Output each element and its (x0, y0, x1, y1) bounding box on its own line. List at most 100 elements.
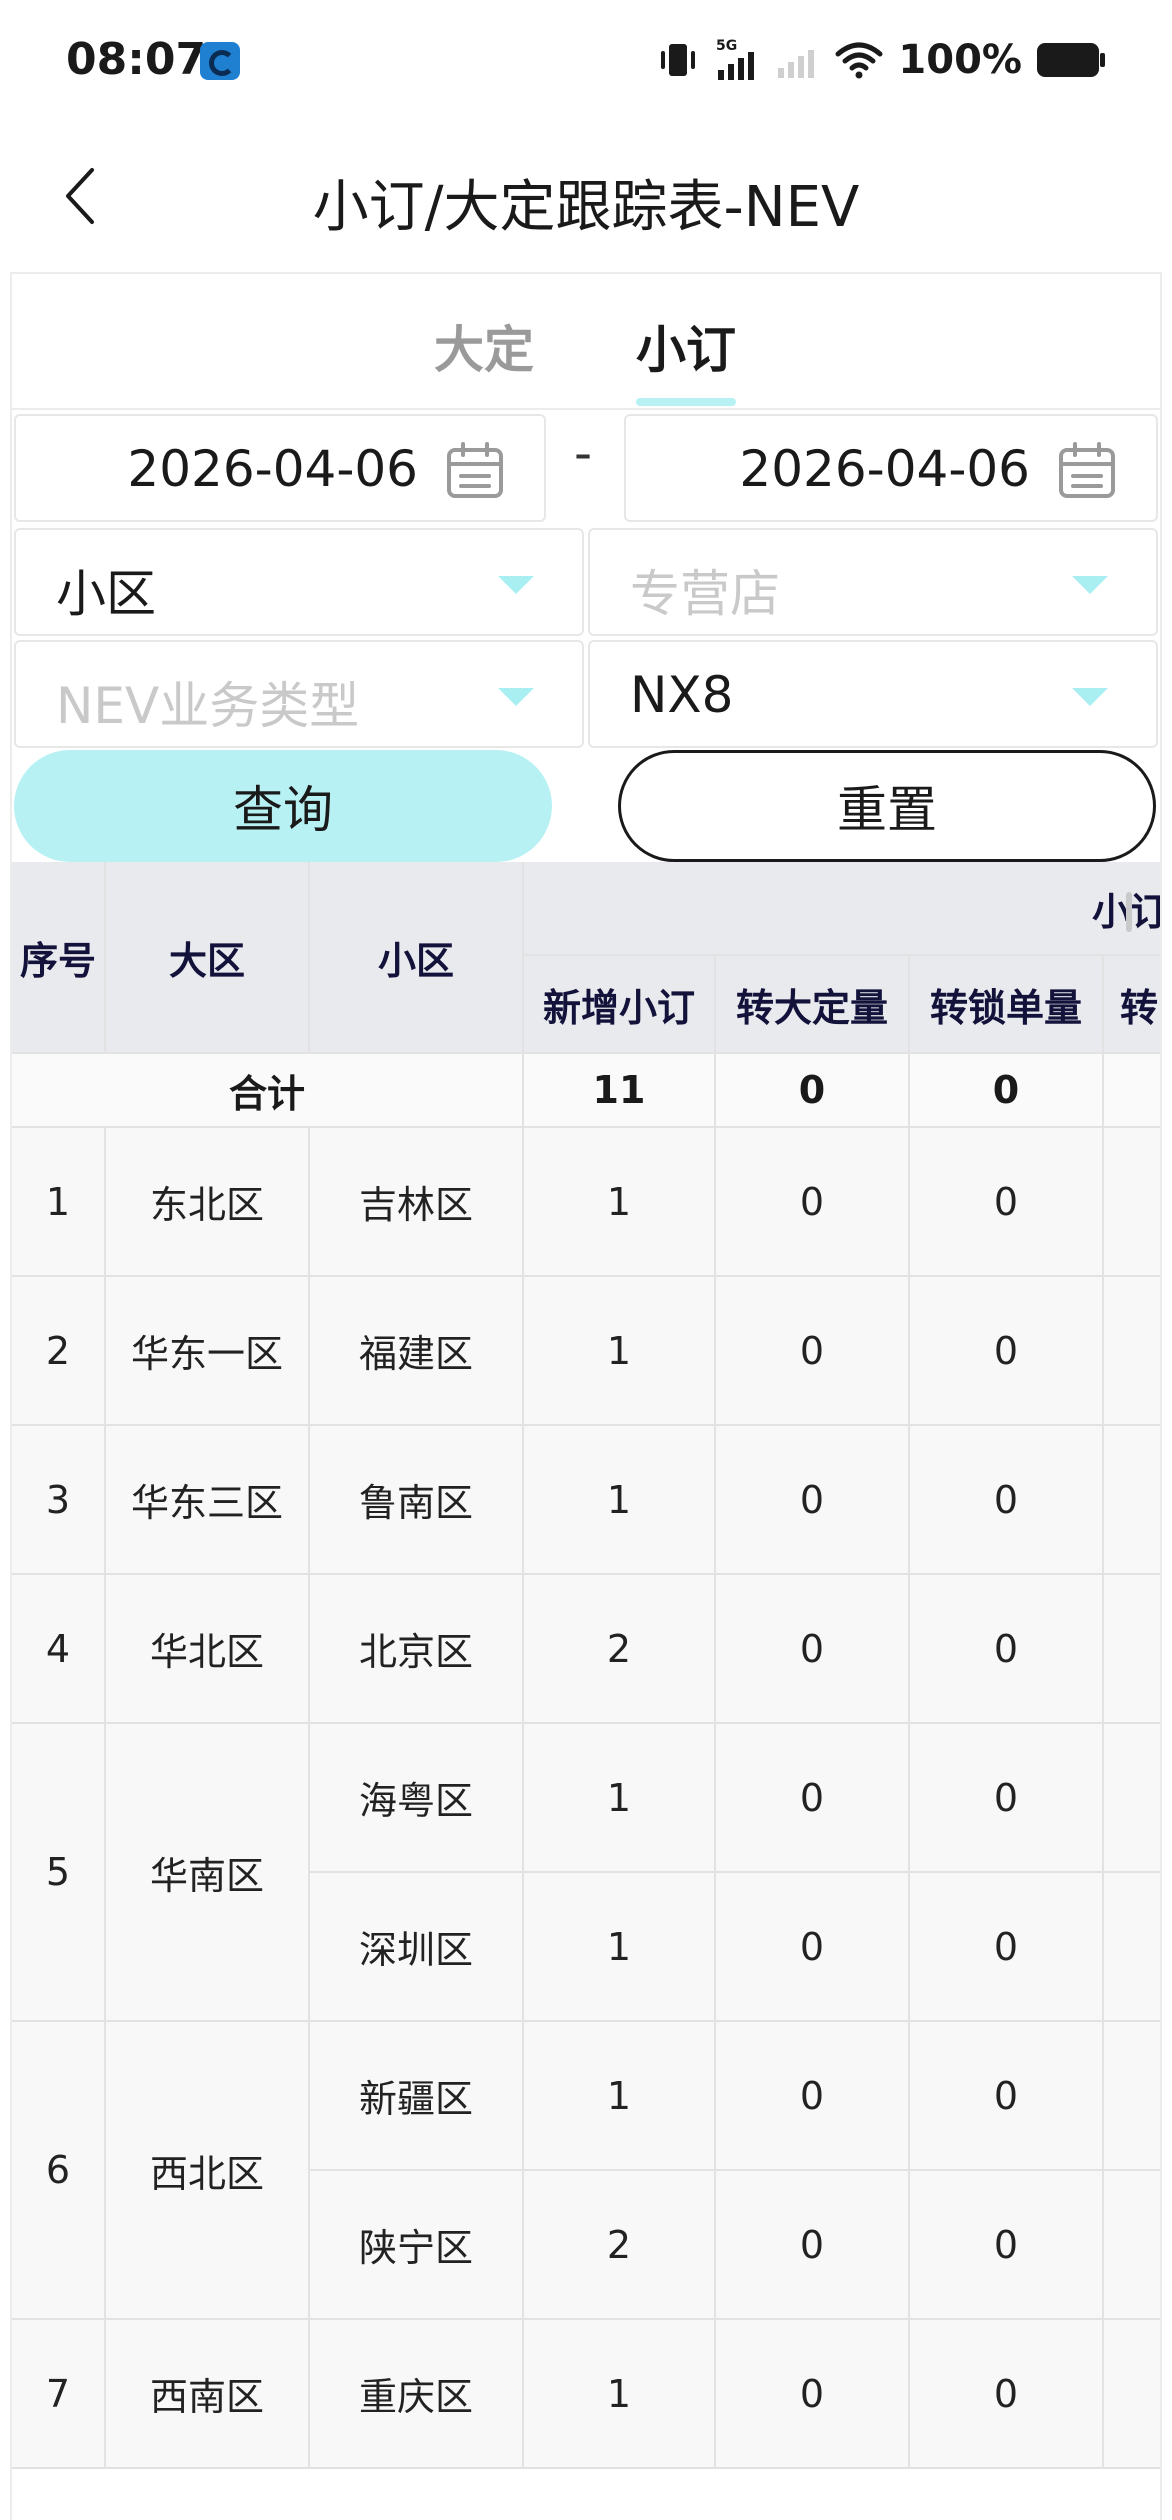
row-truncated-cell (1104, 2320, 1160, 2469)
row-to-lock: 0 (910, 1128, 1104, 1277)
row-truncated-cell (1104, 1426, 1160, 1575)
header-to-lock: 转锁单量 (910, 956, 1104, 1054)
row-index: 3 (12, 1426, 106, 1575)
row-new-orders: 1 (524, 1128, 716, 1277)
caret-down-icon (498, 688, 534, 706)
row-to-big-order: 0 (716, 2320, 910, 2469)
row-new-orders: 2 (524, 2171, 716, 2320)
row-truncated-cell (1104, 1724, 1160, 1873)
row-index: 7 (12, 2320, 106, 2469)
row-truncated-cell (1104, 2171, 1160, 2320)
header-truncated: 转 (1104, 956, 1160, 1054)
row-region: 华北区 (106, 1575, 310, 1724)
app-header: 小订/大定跟踪表-NEV (0, 120, 1172, 270)
row-index: 4 (12, 1575, 106, 1724)
calendar-icon (1059, 442, 1115, 498)
row-to-big-order: 0 (716, 1128, 910, 1277)
row-new-orders: 1 (524, 1277, 716, 1426)
row-truncated-cell (1104, 1575, 1160, 1724)
row-to-big-order: 0 (716, 2171, 910, 2320)
signal-5g-icon: 5G (716, 38, 755, 80)
model-select[interactable]: NX8 (588, 640, 1158, 748)
row-district: 新疆区 (310, 2022, 524, 2171)
row-region: 西北区 (106, 2022, 310, 2320)
total-new-orders: 11 (524, 1054, 716, 1128)
row-to-lock: 0 (910, 1873, 1104, 2022)
row-to-big-order: 0 (716, 1277, 910, 1426)
model-select-value: NX8 (630, 666, 734, 724)
total-to-big-order: 0 (716, 1054, 910, 1128)
tab-bar: 大定 小订 (12, 274, 1160, 410)
row-to-big-order: 0 (716, 1873, 910, 2022)
end-date-picker[interactable]: 2026-04-06 (624, 414, 1158, 522)
page-title: 小订/大定跟踪表-NEV (312, 175, 860, 240)
row-district: 深圳区 (310, 1873, 524, 2022)
wifi-icon (835, 42, 883, 79)
end-date-value: 2026-04-06 (739, 440, 1030, 498)
battery-icon (1037, 43, 1105, 77)
header-group-xiaoding: 小订 (524, 862, 1160, 956)
district-select[interactable]: 小区 (14, 528, 584, 636)
row-to-lock: 0 (910, 1426, 1104, 1575)
row-district: 鲁南区 (310, 1426, 524, 1575)
start-date-picker[interactable]: 2026-04-06 (14, 414, 546, 522)
row-new-orders: 1 (524, 1873, 716, 2022)
header-new-orders: 新增小订 (524, 956, 716, 1054)
row-index: 6 (12, 2022, 106, 2320)
row-region: 东北区 (106, 1128, 310, 1277)
row-truncated-cell (1104, 1128, 1160, 1277)
business-type-select[interactable]: NEV业务类型 (14, 640, 584, 748)
row-region: 西南区 (106, 2320, 310, 2469)
status-time: 08:07 (66, 34, 207, 85)
caret-down-icon (1072, 576, 1108, 594)
svg-text:5G: 5G (716, 38, 737, 54)
row-region: 华东三区 (106, 1426, 310, 1575)
row-to-big-order: 0 (716, 1724, 910, 1873)
row-district: 北京区 (310, 1575, 524, 1724)
district-select-value: 小区 (56, 565, 156, 623)
row-to-lock: 0 (910, 1277, 1104, 1426)
reset-button[interactable]: 重置 (618, 750, 1156, 862)
row-district: 海粤区 (310, 1724, 524, 1873)
signal-empty-icon (778, 50, 815, 78)
horizontal-scroll-indicator[interactable] (1126, 892, 1132, 932)
store-select[interactable]: 专营店 (588, 528, 1158, 636)
row-index: 5 (12, 1724, 106, 2022)
row-to-lock: 0 (910, 2171, 1104, 2320)
date-range-separator: - (574, 424, 593, 482)
row-new-orders: 1 (524, 2022, 716, 2171)
row-index: 1 (12, 1128, 106, 1277)
row-new-orders: 2 (524, 1575, 716, 1724)
total-label: 合计 (12, 1054, 524, 1128)
query-button[interactable]: 查询 (14, 750, 552, 862)
row-new-orders: 1 (524, 1724, 716, 1873)
row-to-big-order: 0 (716, 2022, 910, 2171)
row-to-lock: 0 (910, 1724, 1104, 1873)
tab-dading[interactable]: 大定 (434, 310, 534, 382)
row-new-orders: 1 (524, 2320, 716, 2469)
tab-xiaoding[interactable]: 小订 (636, 310, 736, 382)
report-card: 大定 小订 2026-04-06 - 2026-04-06 小区 专营店 NEV… (10, 272, 1162, 2520)
start-date-value: 2026-04-06 (127, 440, 418, 498)
row-region: 华南区 (106, 1724, 310, 2022)
caret-down-icon (1072, 688, 1108, 706)
row-to-lock: 0 (910, 2022, 1104, 2171)
row-district: 福建区 (310, 1277, 524, 1426)
active-tab-indicator (636, 398, 736, 406)
app-notification-icon (200, 42, 240, 80)
data-table[interactable]: 序号大区小区小订新增小订转大定量转锁单量转合计11001东北区吉林区1002华东… (12, 862, 1160, 2520)
header-district: 小区 (310, 862, 524, 1054)
header-index: 序号 (12, 862, 106, 1054)
row-region: 华东一区 (106, 1277, 310, 1426)
vibrate-icon (661, 44, 696, 76)
total-truncated-cell (1104, 1054, 1160, 1128)
row-index: 2 (12, 1277, 106, 1426)
store-select-placeholder: 专营店 (630, 565, 780, 623)
header-region: 大区 (106, 862, 310, 1054)
row-truncated-cell (1104, 2022, 1160, 2171)
status-bar: 08:07 5G 100% (0, 0, 1172, 120)
row-district: 重庆区 (310, 2320, 524, 2469)
row-to-lock: 0 (910, 2320, 1104, 2469)
row-to-lock: 0 (910, 1575, 1104, 1724)
caret-down-icon (498, 576, 534, 594)
